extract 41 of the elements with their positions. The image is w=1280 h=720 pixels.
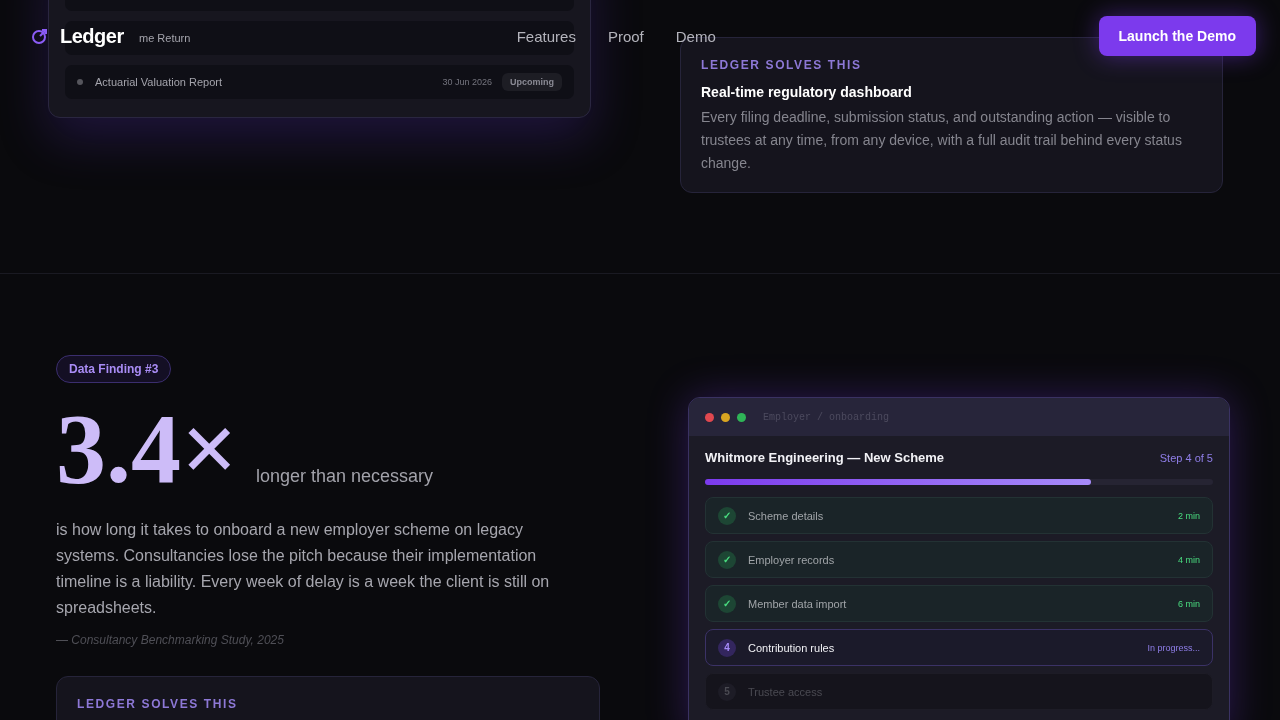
card-description: Every filing deadline, submission status, and outstanding action — visible to trustees at any time, from any device, with a full audit trail behind every status change. — [701, 108, 1183, 173]
logo-icon — [30, 27, 48, 45]
nav-link[interactable]: Demo — [675, 27, 716, 45]
window-minimize-dot[interactable] — [721, 412, 730, 422]
finding-badge: Data Finding #3 — [56, 355, 172, 383]
onboarding-step[interactable]: ✓ Member data import 6 min — [705, 585, 1213, 622]
figure-caption: longer than necessary — [256, 466, 434, 487]
step-marker: ✓ — [718, 594, 736, 613]
card-eyebrow: LEDGER SOLVES THIS — [701, 58, 863, 72]
nav-link[interactable]: Proof — [607, 27, 644, 45]
status-badge: Upcoming — [502, 73, 562, 91]
window-maximize-dot[interactable] — [737, 412, 746, 422]
filing-date: 30 Jun 2026 — [442, 77, 492, 87]
step-status: 4 min — [1178, 554, 1200, 565]
window-close-dot[interactable] — [705, 412, 714, 422]
big-figure: 3.4× — [56, 393, 238, 505]
step-name: Employer records — [748, 553, 835, 566]
onboarding-step[interactable]: ✓ Employer records 4 min — [705, 541, 1213, 578]
brand-name[interactable]: Ledger — [60, 24, 124, 48]
card-title: Real-time regulatory dashboard — [701, 84, 913, 100]
step-marker: ✓ — [718, 506, 736, 525]
nav-link[interactable]: Features — [516, 27, 576, 45]
step-name: Scheme details — [748, 509, 824, 522]
step-status: 6 min — [1178, 598, 1200, 609]
step-name: Contribution rules — [748, 641, 835, 654]
status-dot — [77, 79, 83, 85]
step-status: In progress... — [1147, 642, 1200, 653]
scheme-title: Whitmore Engineering — New Scheme — [705, 450, 945, 465]
filing-title: Actuarial Valuation Report — [95, 76, 222, 88]
step-name: Member data import — [748, 597, 847, 610]
onboarding-step[interactable]: 4 Contribution rules In progress... — [705, 629, 1213, 666]
step-marker: 4 — [718, 638, 736, 657]
onboarding-step[interactable]: ✓ Scheme details 2 min — [705, 497, 1213, 534]
step-status: 2 min — [1178, 510, 1200, 521]
finding-description: is how long it takes to onboard a new employer scheme on legacy systems. Consultancies lose the pitch because their implementation timeline is a liability. Every week of delay is a week the client is still on spreadsheets. — [56, 520, 551, 618]
step-marker: ✓ — [718, 550, 736, 569]
source-citation: — Consultancy Benchmarking Study, 2025 — [56, 633, 285, 647]
filing-title: me Return — [139, 32, 191, 44]
step-counter: Step 4 of 5 — [1159, 451, 1213, 464]
launch-demo-button[interactable]: Launch the Demo — [1098, 16, 1256, 56]
card-eyebrow: LEDGER SOLVES THIS — [77, 697, 239, 711]
